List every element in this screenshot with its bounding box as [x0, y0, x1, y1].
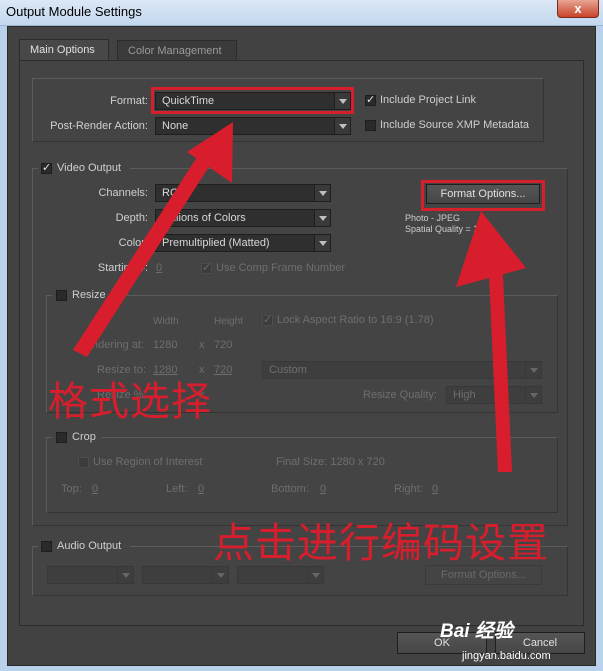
crop-bottom-value[interactable]: 0 — [320, 483, 326, 495]
starting-number-label: Starting #: — [97, 262, 148, 274]
resize-height-header: Height — [214, 316, 243, 327]
starting-number-value[interactable]: 0 — [156, 262, 162, 274]
crop-group — [46, 437, 558, 513]
resize-label: Resize — [72, 289, 106, 301]
crop-top-label: Top: — [61, 483, 82, 495]
use-roi-checkbox[interactable] — [78, 457, 89, 468]
watermark-url: jingyan.baidu.com — [462, 650, 551, 662]
video-output-checkbox[interactable] — [41, 161, 52, 174]
channels-value: RGB — [162, 187, 186, 199]
chevron-down-icon — [314, 235, 330, 251]
crop-left-value[interactable]: 0 — [198, 483, 204, 495]
include-project-link-checkbox[interactable] — [365, 93, 376, 106]
annotation-codec-settings: 点击进行编码设置 — [213, 520, 549, 566]
video-output-label: Video Output — [57, 162, 122, 174]
final-size-text: Final Size: 1280 x 720 — [276, 456, 385, 468]
crop-left-label: Left: — [166, 483, 188, 495]
chevron-down-icon — [314, 210, 330, 226]
resize-checkbox[interactable] — [56, 290, 67, 301]
chevron-down-icon — [525, 387, 541, 403]
chevron-down-icon — [117, 567, 133, 583]
resize-to-height[interactable]: 720 — [214, 364, 232, 376]
lock-aspect-label: Lock Aspect Ratio to 16:9 (1.78) — [277, 314, 434, 326]
chevron-down-icon — [334, 118, 350, 134]
post-render-label: Post-Render Action: — [50, 120, 148, 132]
resize-quality-select[interactable]: High — [446, 386, 542, 404]
use-comp-frame-checkbox[interactable] — [201, 261, 212, 274]
rendering-width: 1280 — [153, 339, 178, 351]
rendering-height: 720 — [214, 339, 233, 351]
tab-main-options[interactable]: Main Options — [19, 39, 109, 61]
use-comp-frame-label: Use Comp Frame Number — [216, 262, 345, 274]
chevron-down-icon — [525, 362, 541, 378]
tab-color-management[interactable]: Color Management — [117, 40, 237, 62]
crop-right-value[interactable]: 0 — [432, 483, 438, 495]
format-label: Format: — [110, 95, 148, 107]
color-select[interactable]: Premultiplied (Matted) — [155, 234, 331, 252]
baidu-logo: Bai 经验 — [440, 621, 513, 642]
use-roi-label: Use Region of Interest — [93, 456, 203, 468]
resize-width-header: Width — [153, 316, 179, 327]
crop-right-label: Right: — [394, 483, 423, 495]
resize-preset-value: Custom — [269, 364, 307, 376]
window-titlebar[interactable]: Output Module Settings x — [0, 0, 603, 26]
post-render-value: None — [162, 120, 189, 132]
include-xmp-checkbox[interactable] — [365, 120, 376, 131]
chevron-down-icon — [314, 185, 330, 201]
include-project-link-label: Include Project Link — [380, 94, 476, 106]
channels-label: Channels: — [98, 187, 148, 199]
resize-quality-value: High — [453, 389, 476, 401]
depth-select[interactable]: Millions of Colors — [155, 209, 331, 227]
window-title: Output Module Settings — [6, 4, 142, 19]
channels-select[interactable]: RGB — [155, 184, 331, 202]
color-label: Color: — [118, 237, 148, 249]
chevron-down-icon — [212, 567, 228, 583]
format-highlight-box — [151, 87, 354, 114]
crop-bottom-label: Bottom: — [271, 483, 309, 495]
close-icon: x — [574, 1, 582, 16]
chevron-down-icon — [307, 567, 323, 583]
rendering-at-label: Rendering at: — [78, 339, 145, 351]
depth-value: Millions of Colors — [162, 212, 246, 224]
close-button[interactable]: x — [557, 0, 599, 18]
crop-top-value[interactable]: 0 — [92, 483, 98, 495]
depth-label: Depth: — [115, 212, 148, 224]
format-options-button[interactable]: Format Options... — [426, 184, 540, 204]
codec-info-line2: Spatial Quality = 100 — [405, 224, 489, 234]
annotation-format-select: 格式选择 — [48, 380, 212, 424]
baidu-watermark: Bai 经验 jingyan.baidu.com — [438, 614, 603, 671]
audio-rate-select[interactable] — [47, 566, 134, 584]
resize-preset-select[interactable]: Custom — [262, 361, 542, 379]
audio-output-label: Audio Output — [57, 540, 122, 552]
crop-checkbox[interactable] — [56, 432, 67, 443]
resize-quality-label: Resize Quality: — [363, 389, 437, 401]
rendering-x: x — [199, 339, 205, 351]
post-render-select[interactable]: None — [155, 117, 351, 135]
crop-label: Crop — [72, 431, 96, 443]
include-xmp-label: Include Source XMP Metadata — [380, 119, 529, 131]
codec-info-line1: Photo - JPEG — [405, 213, 461, 223]
lock-aspect-checkbox[interactable] — [262, 313, 273, 326]
color-value: Premultiplied (Matted) — [162, 237, 270, 249]
audio-output-checkbox[interactable] — [41, 541, 52, 552]
